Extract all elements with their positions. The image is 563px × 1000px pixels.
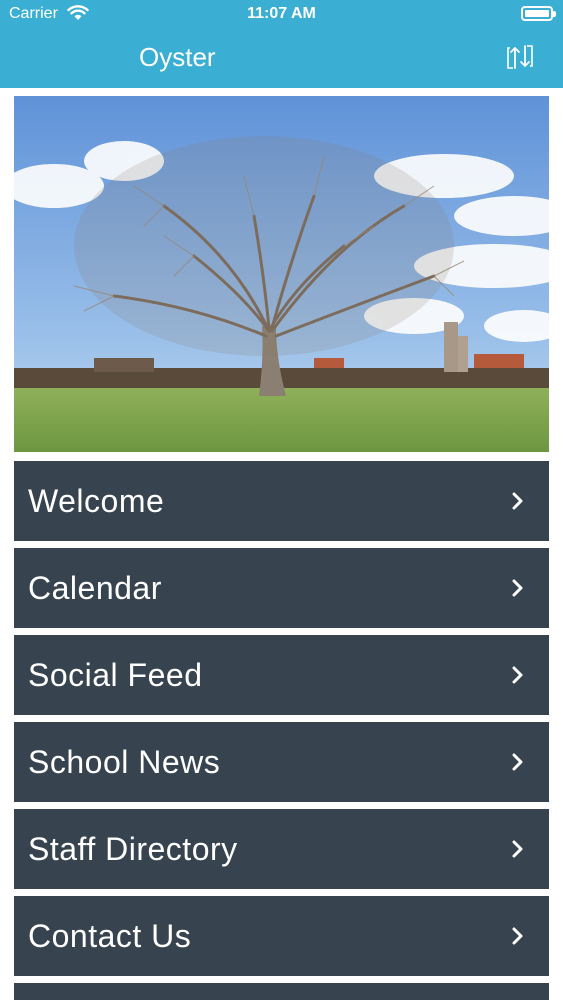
navigation-bar: Carrier 11:07 AM Oyster: [0, 0, 563, 88]
status-time: 11:07 AM: [247, 5, 316, 22]
menu-item-label: Staff Directory: [28, 831, 238, 867]
menu-item-partial[interactable]: [14, 983, 549, 1000]
menu-item-label: Social Feed: [28, 657, 203, 693]
status-bar: Carrier 11:07 AM: [0, 0, 563, 30]
battery-icon: [521, 6, 556, 21]
chevron-right-icon: [512, 753, 523, 771]
switch-arrows-icon[interactable]: [505, 42, 535, 72]
menu-item-calendar[interactable]: Calendar: [14, 548, 549, 628]
menu-item-welcome[interactable]: Welcome: [14, 461, 549, 541]
page-title: Oyster: [139, 42, 216, 72]
chevron-right-icon: [512, 492, 523, 510]
chevron-right-icon: [512, 579, 523, 597]
menu-item-school-news[interactable]: School News: [14, 722, 549, 802]
menu-item-label: School News: [28, 744, 221, 780]
tree-in-field-photo: [14, 96, 549, 452]
menu-item-label: Welcome: [28, 483, 165, 519]
menu-item-social-feed[interactable]: Social Feed: [14, 635, 549, 715]
chevron-right-icon: [512, 927, 523, 945]
menu-item-label: Contact Us: [28, 918, 192, 954]
hero-image: [14, 96, 549, 452]
menu-item-contact-us[interactable]: Contact Us: [14, 896, 549, 976]
menu-item-staff-directory[interactable]: Staff Directory: [14, 809, 549, 889]
chevron-right-icon: [512, 666, 523, 684]
chevron-right-icon: [512, 840, 523, 858]
menu-item-label: Calendar: [28, 570, 162, 606]
